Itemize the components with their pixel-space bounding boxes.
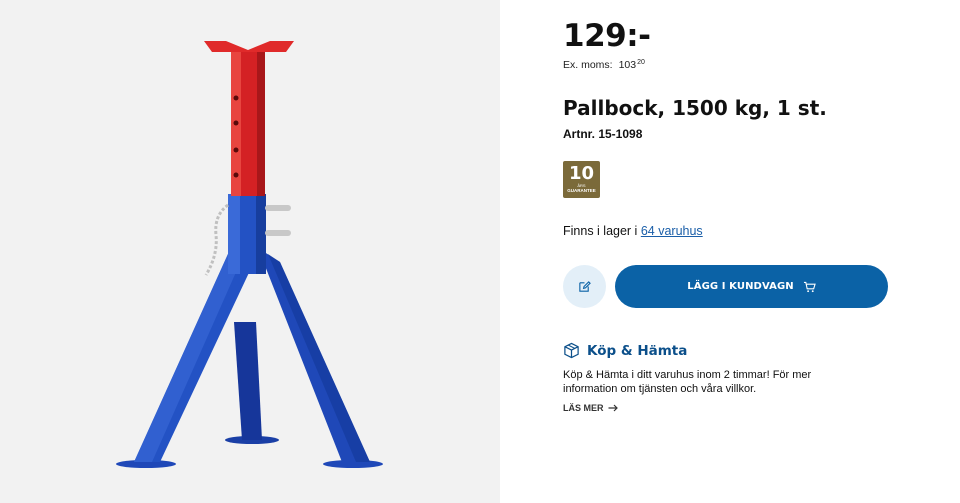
stock-text: Finns i lager i [563,224,638,238]
read-more-link[interactable]: LÄS MER [563,403,618,413]
product-image-panel[interactable] [0,0,500,503]
cart-icon [803,281,816,292]
add-note-button[interactable] [563,265,606,308]
price: 129:- [563,18,651,54]
pickup-header: Köp & Hämta [563,342,687,359]
guarantee-years: 10 [568,163,595,184]
add-to-cart-label: LÄGG I KUNDVAGN [687,281,794,292]
add-to-cart-button[interactable]: LÄGG I KUNDVAGN [615,265,888,308]
store-count-link[interactable]: 64 varuhus [641,224,703,238]
ex-moms-price: Ex. moms: 10320 [563,59,645,71]
axle-stand-image [116,41,383,468]
pickup-description: Köp & Hämta i ditt varuhus inom 2 timmar… [563,369,812,395]
ex-moms-label: Ex. moms: [563,59,613,71]
pickup-title: Köp & Hämta [587,342,688,359]
product-title: Pallbock, 1500 kg, 1 st. [563,96,827,120]
box-icon [564,342,579,359]
ex-moms-value: 103 [618,59,637,71]
article-number: Artnr. 15-1098 [563,127,643,141]
guarantee-badge: 10 ÅRS GUARANTEE [563,161,600,198]
guarantee-label: GUARANTEE [567,188,596,193]
arrow-right-icon [608,404,618,412]
read-more-label: LÄS MER [563,403,604,413]
ex-moms-decimals: 20 [637,59,645,66]
stock-status: Finns i lager i 64 varuhus [563,224,703,238]
pencil-note-icon [579,281,591,292]
